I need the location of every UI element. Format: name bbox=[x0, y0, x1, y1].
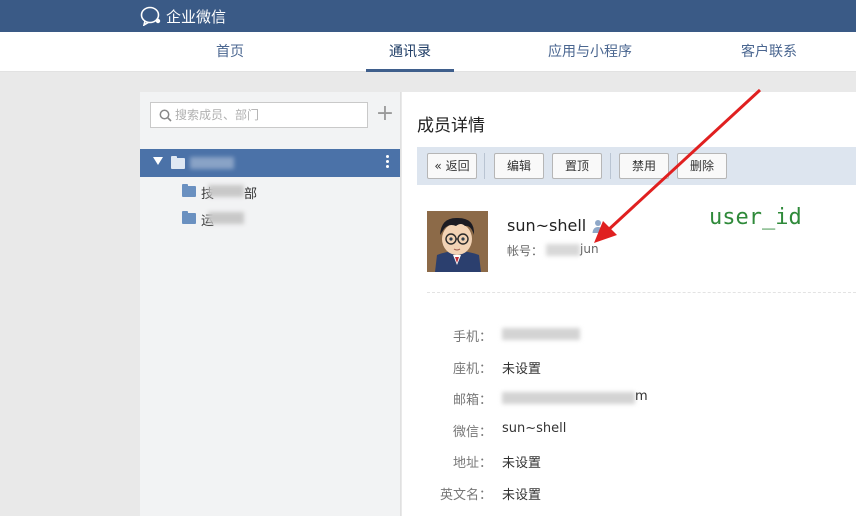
double-chevron-left-icon: « bbox=[434, 159, 442, 173]
avatar bbox=[427, 211, 488, 272]
tab-apps[interactable]: 应用与小程序 bbox=[538, 32, 642, 72]
address-label: 地址： bbox=[452, 456, 492, 471]
folder-icon bbox=[182, 211, 196, 224]
email-label: 邮箱： bbox=[452, 393, 492, 408]
back-label: 返回 bbox=[445, 159, 470, 173]
brand-name: 企业微信 bbox=[166, 7, 227, 26]
search-box[interactable] bbox=[150, 102, 368, 128]
member-name: sun~shell bbox=[507, 216, 587, 235]
edit-button[interactable]: 编辑 bbox=[494, 153, 544, 179]
back-button[interactable]: « 返回 bbox=[427, 153, 477, 179]
account-label: 帐号： bbox=[507, 244, 544, 258]
landline-value: 未设置 bbox=[502, 362, 542, 377]
avatar-image bbox=[427, 211, 488, 272]
english-name-value: 未设置 bbox=[502, 488, 542, 503]
phone-label: 手机： bbox=[452, 330, 492, 345]
tab-customer-contact[interactable]: 客户联系 bbox=[727, 32, 811, 72]
member-detail-panel: 成员详情 « 返回 编辑 置顶 禁用 删除 sun~shell 帐号： jun … bbox=[402, 92, 856, 516]
caret-down-icon[interactable] bbox=[153, 157, 163, 165]
section-divider bbox=[427, 292, 856, 293]
english-name-label: 英文名： bbox=[439, 488, 492, 503]
tree-root-org[interactable] bbox=[140, 149, 400, 177]
add-icon[interactable]: + bbox=[374, 102, 396, 128]
pin-top-button[interactable]: 置顶 bbox=[552, 153, 602, 179]
address-value: 未设置 bbox=[502, 456, 542, 471]
folder-icon bbox=[171, 156, 185, 169]
dept-label-suffix: 部 bbox=[244, 187, 258, 202]
email-value-suffix: m bbox=[635, 389, 648, 404]
more-vertical-icon[interactable] bbox=[386, 155, 390, 171]
dept-name-redacted bbox=[208, 212, 244, 224]
tree-item-dept-2[interactable]: 运 bbox=[180, 207, 380, 229]
tree-item-dept-1[interactable]: 技 部 bbox=[180, 180, 380, 202]
disable-button[interactable]: 禁用 bbox=[619, 153, 669, 179]
phone-value-redacted bbox=[502, 328, 580, 340]
contacts-sidebar: + 技 部 运 bbox=[140, 92, 401, 516]
page-title: 成员详情 bbox=[417, 116, 485, 136]
account-id-redacted bbox=[546, 244, 580, 256]
wechat-value: sun~shell bbox=[502, 421, 567, 436]
wecom-logo-icon bbox=[140, 6, 161, 26]
top-bar: 企业微信 bbox=[0, 0, 856, 32]
person-icon bbox=[592, 220, 604, 233]
main-nav: 首页 通讯录 应用与小程序 客户联系 bbox=[0, 32, 856, 72]
email-value-redacted bbox=[502, 392, 635, 404]
tab-contacts[interactable]: 通讯录 bbox=[366, 32, 454, 72]
annotation-user-id: user_id bbox=[709, 205, 802, 230]
org-name-redacted bbox=[190, 157, 234, 169]
logo[interactable]: 企业微信 bbox=[140, 5, 226, 27]
account-id-suffix: jun bbox=[580, 242, 599, 256]
wechat-label: 微信： bbox=[452, 425, 492, 440]
search-icon bbox=[159, 109, 172, 122]
folder-icon bbox=[182, 184, 196, 197]
toolbar-divider bbox=[610, 153, 611, 179]
detail-toolbar: « 返回 编辑 置顶 禁用 删除 bbox=[417, 147, 856, 185]
dept-name-redacted bbox=[208, 185, 244, 197]
landline-label: 座机： bbox=[452, 362, 492, 377]
toolbar-divider bbox=[484, 153, 485, 179]
search-input[interactable] bbox=[175, 106, 360, 124]
tab-home[interactable]: 首页 bbox=[195, 32, 265, 72]
delete-button[interactable]: 删除 bbox=[677, 153, 727, 179]
